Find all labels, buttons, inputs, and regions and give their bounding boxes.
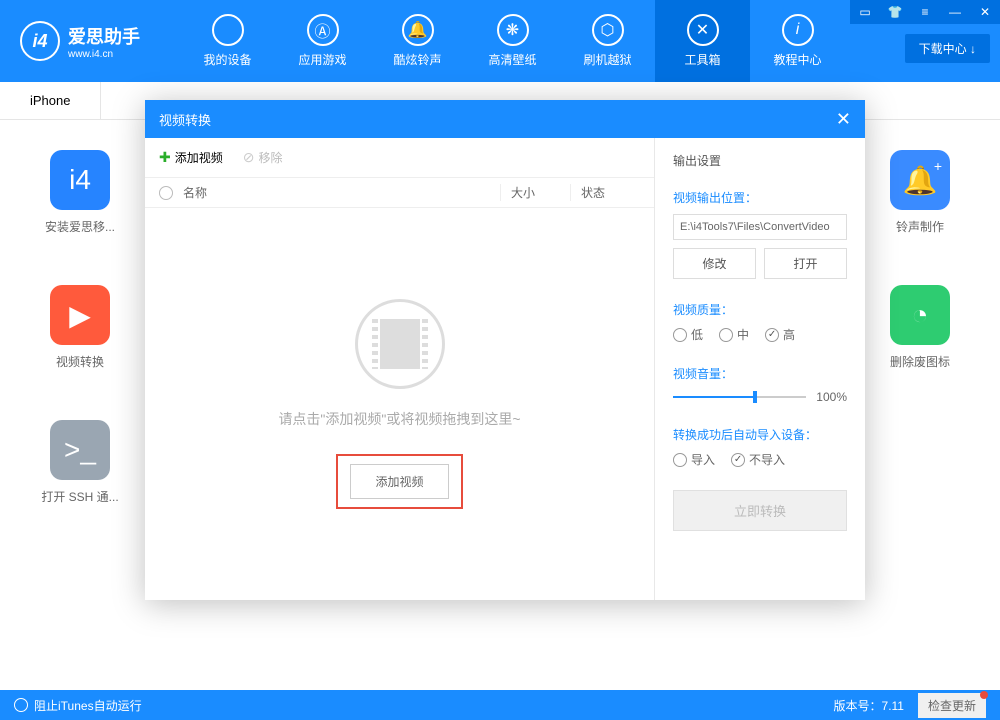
window-controls: ▭ 👕 ≡ — ✕	[850, 0, 1000, 24]
logo-icon: i4	[20, 21, 60, 61]
play-icon: ▶	[50, 285, 110, 345]
terminal-icon: >_	[50, 420, 110, 480]
plus-icon: ✚	[159, 149, 171, 166]
modify-path-button[interactable]: 修改	[673, 248, 756, 279]
version-text: 版本号：7.11	[834, 697, 904, 714]
download-center-button[interactable]: 下载中心 ↓	[905, 34, 990, 63]
i4-icon: i4	[50, 150, 110, 210]
status-bar: 阻止iTunes自动运行 版本号：7.11 检查更新	[0, 690, 1000, 720]
quality-mid-radio[interactable]: 中	[719, 326, 749, 343]
bell-icon: 🔔	[402, 14, 434, 46]
column-size: 大小	[500, 184, 570, 201]
import-no-radio[interactable]: 不导入	[731, 451, 785, 468]
dialog-toolbar: ✚ 添加视频 ⊘ 移除	[145, 138, 654, 178]
apple-icon	[212, 14, 244, 46]
nav-flash-jailbreak[interactable]: ⬡ 刷机越狱	[560, 0, 655, 82]
quality-low-radio[interactable]: 低	[673, 326, 703, 343]
app-icon: Ⓐ	[307, 14, 339, 46]
minimize-button[interactable]: —	[940, 0, 970, 24]
import-yes-radio[interactable]: 导入	[673, 451, 715, 468]
output-path-label: 视频输出位置：	[673, 189, 847, 206]
drop-zone[interactable]: 请点击"添加视频"或将视频拖拽到这里~ 添加视频	[145, 208, 654, 600]
nav-apps-games[interactable]: Ⓐ 应用游戏	[275, 0, 370, 82]
volume-label: 视频音量：	[673, 365, 847, 382]
block-itunes-checkbox[interactable]	[14, 698, 28, 712]
bell-plus-icon: 🔔+	[890, 150, 950, 210]
output-settings-pane: 输出设置 视频输出位置： E:\i4Tools7\Files\ConvertVi…	[655, 138, 865, 600]
check-update-button[interactable]: 检查更新	[918, 693, 986, 718]
select-all-checkbox[interactable]	[159, 186, 183, 200]
nav-toolbox[interactable]: ✕ 工具箱	[655, 0, 750, 82]
logo-area: i4 爱思助手 www.i4.cn	[0, 21, 180, 61]
quality-label: 视频质量：	[673, 301, 847, 318]
column-status: 状态	[570, 184, 640, 201]
dialog-title: 视频转换	[159, 110, 211, 129]
app-header: i4 爱思助手 www.i4.cn 我的设备 Ⓐ 应用游戏 🔔 酷炫铃声 ❋ 高…	[0, 0, 1000, 82]
dialog-left-pane: ✚ 添加视频 ⊘ 移除 名称 大小 状态 请点击"添加视频"或将视频拖拽到这里~	[145, 138, 655, 600]
output-path-input[interactable]: E:\i4Tools7\Files\ConvertVideo	[673, 214, 847, 240]
dialog-header: 视频转换 ✕	[145, 100, 865, 138]
video-convert-dialog: 视频转换 ✕ ✚ 添加视频 ⊘ 移除 名称 大小 状态	[145, 100, 865, 600]
wrench-icon: ✕	[687, 14, 719, 46]
menu-icon[interactable]: ≡	[910, 0, 940, 24]
tool-video-convert[interactable]: ▶ 视频转换	[40, 285, 120, 370]
open-path-button[interactable]: 打开	[764, 248, 847, 279]
nav-tutorials[interactable]: i 教程中心	[750, 0, 845, 82]
logo-url: www.i4.cn	[68, 49, 140, 60]
clean-icon: ◔	[890, 285, 950, 345]
remove-toolbar-button[interactable]: ⊘ 移除	[243, 149, 283, 166]
volume-value: 100%	[816, 390, 847, 404]
tab-iphone[interactable]: iPhone	[0, 82, 101, 119]
box-icon: ⬡	[592, 14, 624, 46]
remove-icon: ⊘	[243, 149, 255, 166]
tool-ringtone-maker[interactable]: 🔔+ 铃声制作	[880, 150, 960, 235]
tool-install-i4[interactable]: i4 安装爱思移...	[40, 150, 120, 235]
flower-icon: ❋	[497, 14, 529, 46]
drop-hint: 请点击"添加视频"或将视频拖拽到这里~	[278, 409, 520, 429]
highlight-annotation: 添加视频	[336, 454, 462, 509]
nav-ringtones[interactable]: 🔔 酷炫铃声	[370, 0, 465, 82]
block-itunes-label: 阻止iTunes自动运行	[34, 697, 142, 714]
film-icon	[355, 299, 445, 389]
volume-slider[interactable]	[673, 396, 806, 398]
quality-high-radio[interactable]: 高	[765, 326, 795, 343]
dialog-close-button[interactable]: ✕	[836, 109, 851, 130]
tool-ssh[interactable]: >_ 打开 SSH 通...	[40, 420, 120, 505]
auto-import-label: 转换成功后自动导入设备：	[673, 426, 847, 443]
add-video-button[interactable]: 添加视频	[350, 464, 448, 499]
update-indicator-icon	[980, 691, 988, 699]
table-header: 名称 大小 状态	[145, 178, 654, 208]
info-icon: i	[782, 14, 814, 46]
nav-wallpapers[interactable]: ❋ 高清壁纸	[465, 0, 560, 82]
add-video-toolbar-button[interactable]: ✚ 添加视频	[159, 149, 223, 166]
settings-title: 输出设置	[673, 152, 847, 169]
nav-my-device[interactable]: 我的设备	[180, 0, 275, 82]
column-name: 名称	[183, 184, 500, 201]
convert-now-button[interactable]: 立即转换	[673, 490, 847, 531]
tool-remove-icons[interactable]: ◔ 删除废图标	[880, 285, 960, 370]
main-nav: 我的设备 Ⓐ 应用游戏 🔔 酷炫铃声 ❋ 高清壁纸 ⬡ 刷机越狱 ✕ 工具箱 i…	[180, 0, 845, 82]
skin-icon[interactable]: 👕	[880, 0, 910, 24]
feedback-icon[interactable]: ▭	[850, 0, 880, 24]
logo-title: 爱思助手	[68, 23, 140, 49]
close-button[interactable]: ✕	[970, 0, 1000, 24]
